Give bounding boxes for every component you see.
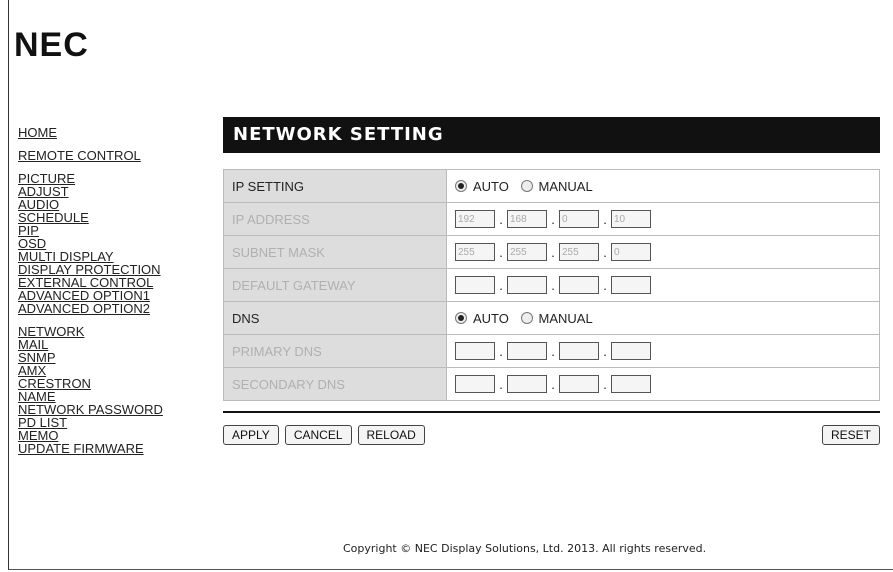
ip-setting-value: AUTO MANUAL: [446, 169, 880, 203]
nav-link-home[interactable]: HOME: [18, 126, 208, 139]
ip-setting-manual-label: MANUAL: [538, 178, 593, 194]
subnet-mask-label: SUBNET MASK: [223, 235, 447, 269]
subnet-mask-octet-2[interactable]: 255: [507, 243, 547, 261]
primary-dns-label: PRIMARY DNS: [223, 334, 447, 368]
table-row: SUBNET MASK 255. 255. 255. 0: [223, 235, 880, 269]
ip-address-fields: 192. 168. 0. 10: [446, 202, 880, 236]
ip-address-octet-3[interactable]: 0: [559, 210, 599, 228]
sidebar-nav: HOME REMOTE CONTROL PICTURE ADJUST AUDIO SCHE…: [18, 126, 208, 455]
dns-manual-label: MANUAL: [538, 310, 593, 326]
default-gateway-fields: ...: [446, 268, 880, 302]
copyright-text: Copyright © NEC Display Solutions, Ltd. …: [343, 542, 707, 555]
table-row: IP ADDRESS 192. 168. 0. 10: [223, 202, 880, 236]
primary-dns-octet-1[interactable]: [455, 342, 495, 360]
secondary-dns-octet-3[interactable]: [559, 375, 599, 393]
apply-button[interactable]: APPLY: [223, 425, 279, 445]
reload-button[interactable]: RELOAD: [357, 425, 425, 445]
ip-address-label: IP ADDRESS: [223, 202, 447, 236]
dns-label: DNS: [223, 301, 447, 335]
nav-link-remote-control[interactable]: REMOTE CONTROL: [18, 149, 208, 162]
ip-setting-label: IP SETTING: [223, 169, 447, 203]
ip-address-octet-1[interactable]: 192: [455, 210, 495, 228]
table-row: DNS AUTO MANUAL: [223, 301, 880, 335]
nav-link-schedule[interactable]: SCHEDULE: [18, 211, 208, 224]
nav-link-update-firmware[interactable]: UPDATE FIRMWARE: [18, 442, 208, 455]
network-settings-table: IP SETTING AUTO MANUAL IP ADDRESS 192. 16…: [223, 169, 880, 401]
nav-link-advanced-option2[interactable]: ADVANCED OPTION2: [18, 302, 208, 315]
ip-setting-manual-radio[interactable]: [520, 179, 533, 192]
primary-dns-octet-4[interactable]: [611, 342, 651, 360]
dns-value: AUTO MANUAL: [446, 301, 880, 335]
main-content: NETWORK SETTING IP SETTING AUTO MANUAL I…: [223, 117, 880, 449]
subnet-mask-fields: 255. 255. 255. 0: [446, 235, 880, 269]
default-gateway-octet-1[interactable]: [455, 276, 495, 294]
table-row: PRIMARY DNS ...: [223, 334, 880, 368]
action-buttons: APPLY CANCEL RELOAD RESET: [223, 425, 880, 449]
dns-manual-radio[interactable]: [520, 311, 533, 324]
ip-setting-auto-label: AUTO: [473, 178, 509, 194]
reset-button[interactable]: RESET: [821, 425, 880, 445]
nav-link-pip[interactable]: PIP: [18, 224, 208, 237]
primary-dns-fields: ...: [446, 334, 880, 368]
ip-address-octet-4[interactable]: 10: [611, 210, 651, 228]
default-gateway-octet-2[interactable]: [507, 276, 547, 294]
page-title: NETWORK SETTING: [223, 117, 880, 153]
table-row: IP SETTING AUTO MANUAL: [223, 169, 880, 203]
default-gateway-octet-3[interactable]: [559, 276, 599, 294]
secondary-dns-label: SECONDARY DNS: [223, 367, 447, 401]
secondary-dns-octet-2[interactable]: [507, 375, 547, 393]
cancel-button[interactable]: CANCEL: [284, 425, 352, 445]
table-row: DEFAULT GATEWAY ...: [223, 268, 880, 302]
secondary-dns-octet-4[interactable]: [611, 375, 651, 393]
primary-dns-octet-2[interactable]: [507, 342, 547, 360]
nec-logo: NEC: [14, 26, 89, 64]
default-gateway-label: DEFAULT GATEWAY: [223, 268, 447, 302]
secondary-dns-octet-1[interactable]: [455, 375, 495, 393]
default-gateway-octet-4[interactable]: [611, 276, 651, 294]
subnet-mask-octet-3[interactable]: 255: [559, 243, 599, 261]
ip-setting-auto-radio[interactable]: [455, 179, 467, 192]
dns-auto-label: AUTO: [473, 310, 509, 326]
table-row: SECONDARY DNS ...: [223, 367, 880, 401]
divider: [223, 411, 880, 413]
subnet-mask-octet-4[interactable]: 0: [611, 243, 651, 261]
subnet-mask-octet-1[interactable]: 255: [455, 243, 495, 261]
nav-link-snmp[interactable]: SNMP: [18, 351, 208, 364]
secondary-dns-fields: ...: [446, 367, 880, 401]
dns-auto-radio[interactable]: [455, 311, 467, 324]
ip-address-octet-2[interactable]: 168: [507, 210, 547, 228]
primary-dns-octet-3[interactable]: [559, 342, 599, 360]
